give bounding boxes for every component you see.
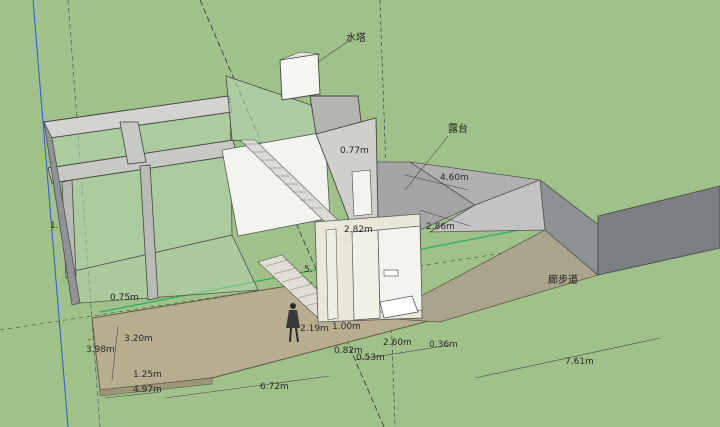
dim-100: 1.00m — [332, 322, 361, 332]
label-terrace: 露台 — [448, 122, 468, 135]
dim-125: 1.25m — [133, 370, 162, 380]
3d-model-scene[interactable]: 水塔 露台 廊步道 0.77m 4.60m 2.86m 1. 0.75m 5. … — [0, 0, 720, 427]
dim-5: 5. — [304, 265, 313, 275]
water-tower-box[interactable] — [279, 53, 321, 101]
dim-320: 3.20m — [124, 334, 153, 344]
dim-672: 6.72m — [260, 382, 289, 392]
dim-1x: 1. — [50, 221, 59, 231]
label-water-tower: 水塔 — [346, 31, 366, 44]
dim-398: 3.98m — [86, 345, 115, 355]
dim-286: 2.86m — [426, 222, 455, 232]
tower-window[interactable] — [351, 169, 373, 217]
dim-219: 2.19m — [300, 324, 329, 334]
dark-extension-block[interactable] — [597, 185, 720, 276]
door-frame[interactable] — [325, 228, 339, 321]
label-corridor: 廊步道 — [548, 273, 578, 286]
dim-497: 4.97m — [133, 385, 162, 395]
dim-260: 2.60m — [383, 338, 412, 348]
white-wall-panel[interactable] — [221, 131, 331, 237]
dim-053: 0.53m — [356, 353, 385, 363]
room-partition[interactable] — [351, 229, 381, 321]
dim-460: 4.60m — [440, 173, 469, 183]
dim-761: 7.61m — [565, 357, 594, 367]
dim-036: 0.36m — [429, 340, 458, 350]
sketchup-viewport[interactable]: 水塔 露台 廊步道 0.77m 4.60m 2.86m 1. 0.75m 5. … — [0, 0, 720, 427]
sink[interactable] — [383, 269, 399, 277]
dim-282: 2.82m — [344, 225, 373, 235]
dim-077: 0.77m — [340, 146, 369, 156]
dim-075: 0.75m — [110, 293, 139, 303]
